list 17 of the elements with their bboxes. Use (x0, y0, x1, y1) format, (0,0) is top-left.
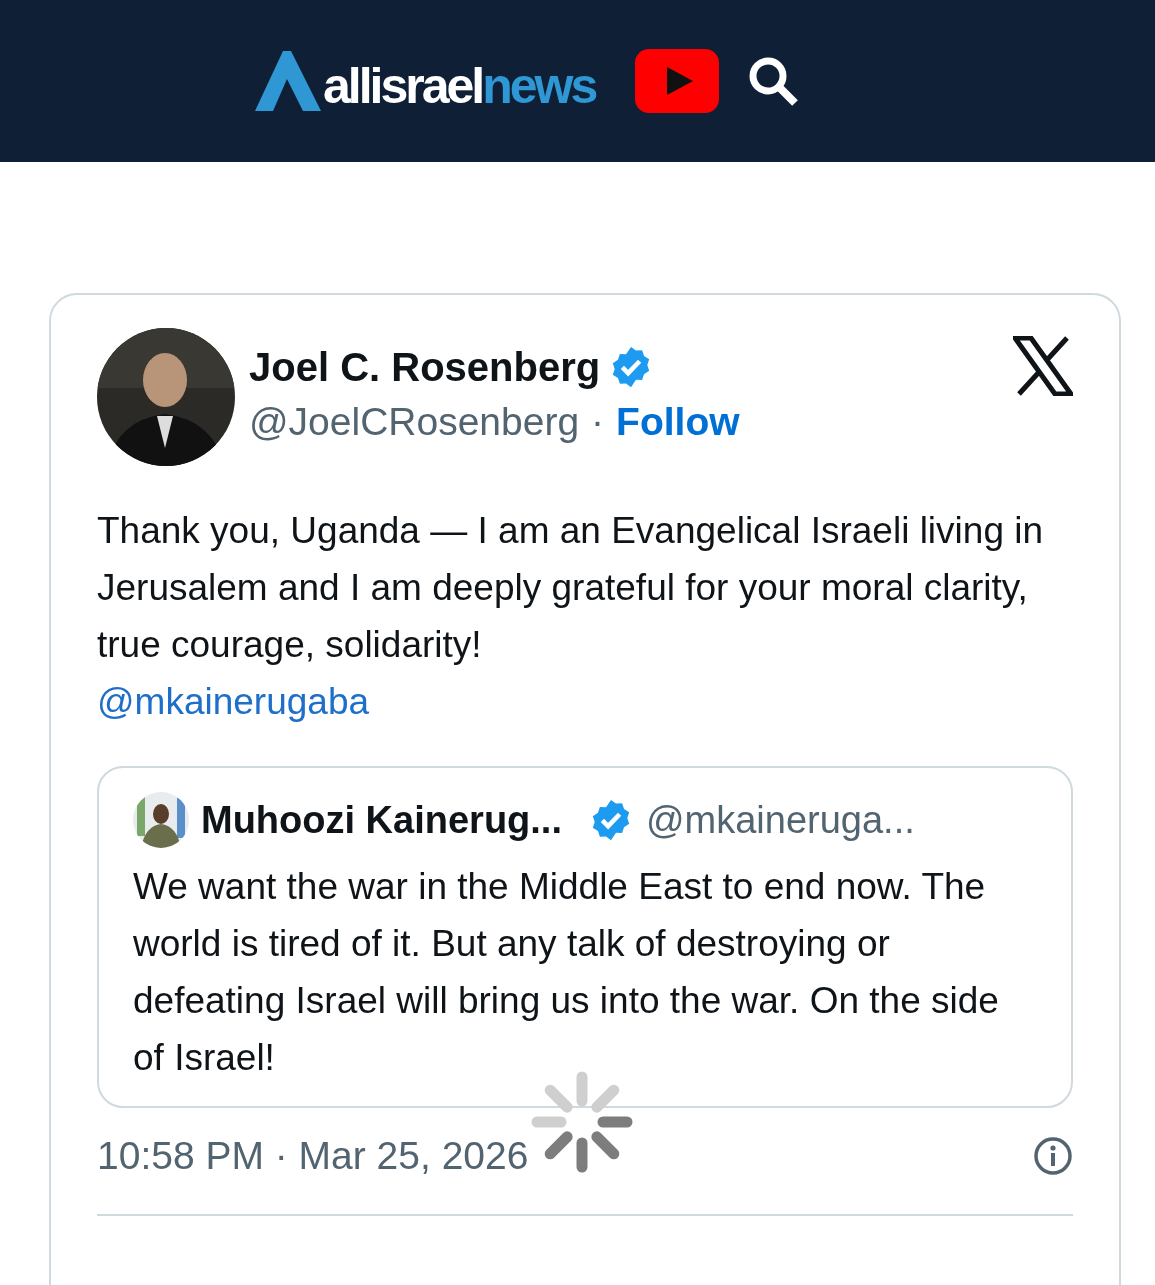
site-logo[interactable]: allisraelnews (323, 61, 596, 111)
info-icon[interactable] (1033, 1136, 1073, 1176)
quoted-author-name[interactable]: Muhoozi Kainerug... (201, 798, 562, 842)
x-logo-icon[interactable] (1013, 336, 1073, 396)
quoted-tweet[interactable] (97, 766, 1073, 1108)
mention-link[interactable]: @mkainerugaba (97, 673, 1073, 730)
quoted-tweet-text: We want the war in the Middle East to end now. The world is tired of it. But any talk of destroying or defeating Israel will bring us into the war. On the side of Israel! (133, 865, 1000, 1080)
author-handle[interactable]: @JoelCRosenberg (249, 400, 580, 444)
tweet-text: Thank you, Uganda — I am an Evangelical Israeli living in Jerusalem and I am deeply grateful for your moral clarity, true courage, solidarity! (97, 509, 1045, 667)
quoted-author-handle: @mkaineruga... (646, 798, 915, 842)
video-icon[interactable] (635, 49, 720, 113)
author-name[interactable]: Joel C. Rosenberg (249, 344, 601, 390)
follow-link[interactable]: Follow (616, 400, 740, 444)
separator-dot: · (591, 400, 605, 444)
tweet-timestamp[interactable]: 10:58 PM · Mar 25, 2026 (97, 1134, 529, 1178)
logo-icon (255, 51, 321, 111)
search-icon[interactable] (747, 55, 800, 107)
